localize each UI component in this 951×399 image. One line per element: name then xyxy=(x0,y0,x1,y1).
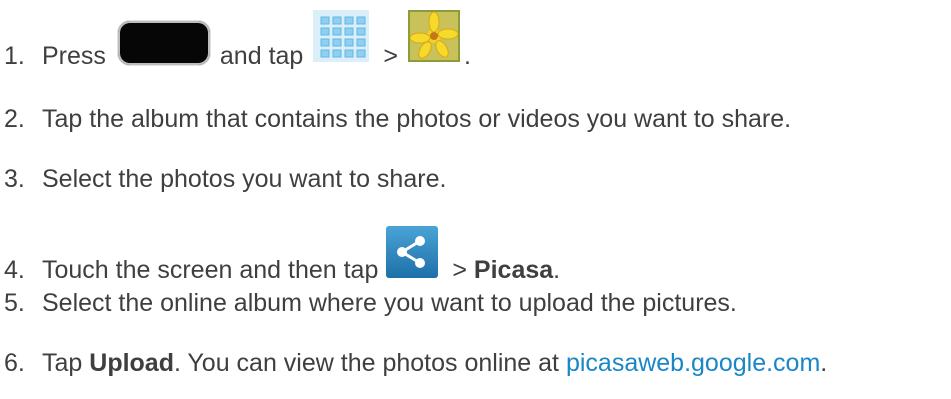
step-2: 2. Tap the album that contains the photo… xyxy=(4,104,791,134)
step-text: . You can view the photos online at xyxy=(173,349,559,377)
step-3: 3. Select the photos you want to share. xyxy=(4,164,446,194)
step-text: . xyxy=(553,256,561,284)
step-separator: > xyxy=(383,42,398,70)
step-4: 4. Touch the screen and then tap > Picas… xyxy=(4,226,560,285)
step-number: 4. xyxy=(4,256,25,284)
step-text: Press xyxy=(42,42,106,70)
gallery-icon xyxy=(407,10,460,69)
step-number: 6. xyxy=(4,349,25,377)
instruction-steps: 1. Press and tap > . 2. Tap the album th… xyxy=(0,0,951,399)
step-text: Select the photos you want to share. xyxy=(42,165,447,193)
step-separator: > xyxy=(452,256,467,284)
picasaweb-link[interactable]: picasaweb.google.com xyxy=(566,348,820,378)
upload-label: Upload xyxy=(89,349,174,377)
step-text: . xyxy=(463,42,471,70)
step-text: and tap xyxy=(219,42,304,70)
step-1: 1. Press and tap > . xyxy=(4,10,471,71)
share-icon xyxy=(386,226,439,285)
picasa-label: Picasa xyxy=(473,256,554,284)
step-number: 5. xyxy=(4,289,25,317)
step-6: 6. Tap Upload . You can view the photos … xyxy=(4,348,827,378)
step-number: 3. xyxy=(4,165,25,193)
step-text: Select the online album where you want t… xyxy=(42,289,737,317)
step-number: 1. xyxy=(4,42,25,70)
apps-icon xyxy=(313,10,370,69)
step-text: . xyxy=(820,349,828,377)
step-text: Tap the album that contains the photos o… xyxy=(42,105,792,133)
step-text: Touch the screen and then tap xyxy=(42,256,379,284)
home-button-icon xyxy=(117,21,210,65)
step-text: Tap xyxy=(42,349,83,377)
step-number: 2. xyxy=(4,105,25,133)
step-5: 5. Select the online album where you wan… xyxy=(4,288,737,318)
